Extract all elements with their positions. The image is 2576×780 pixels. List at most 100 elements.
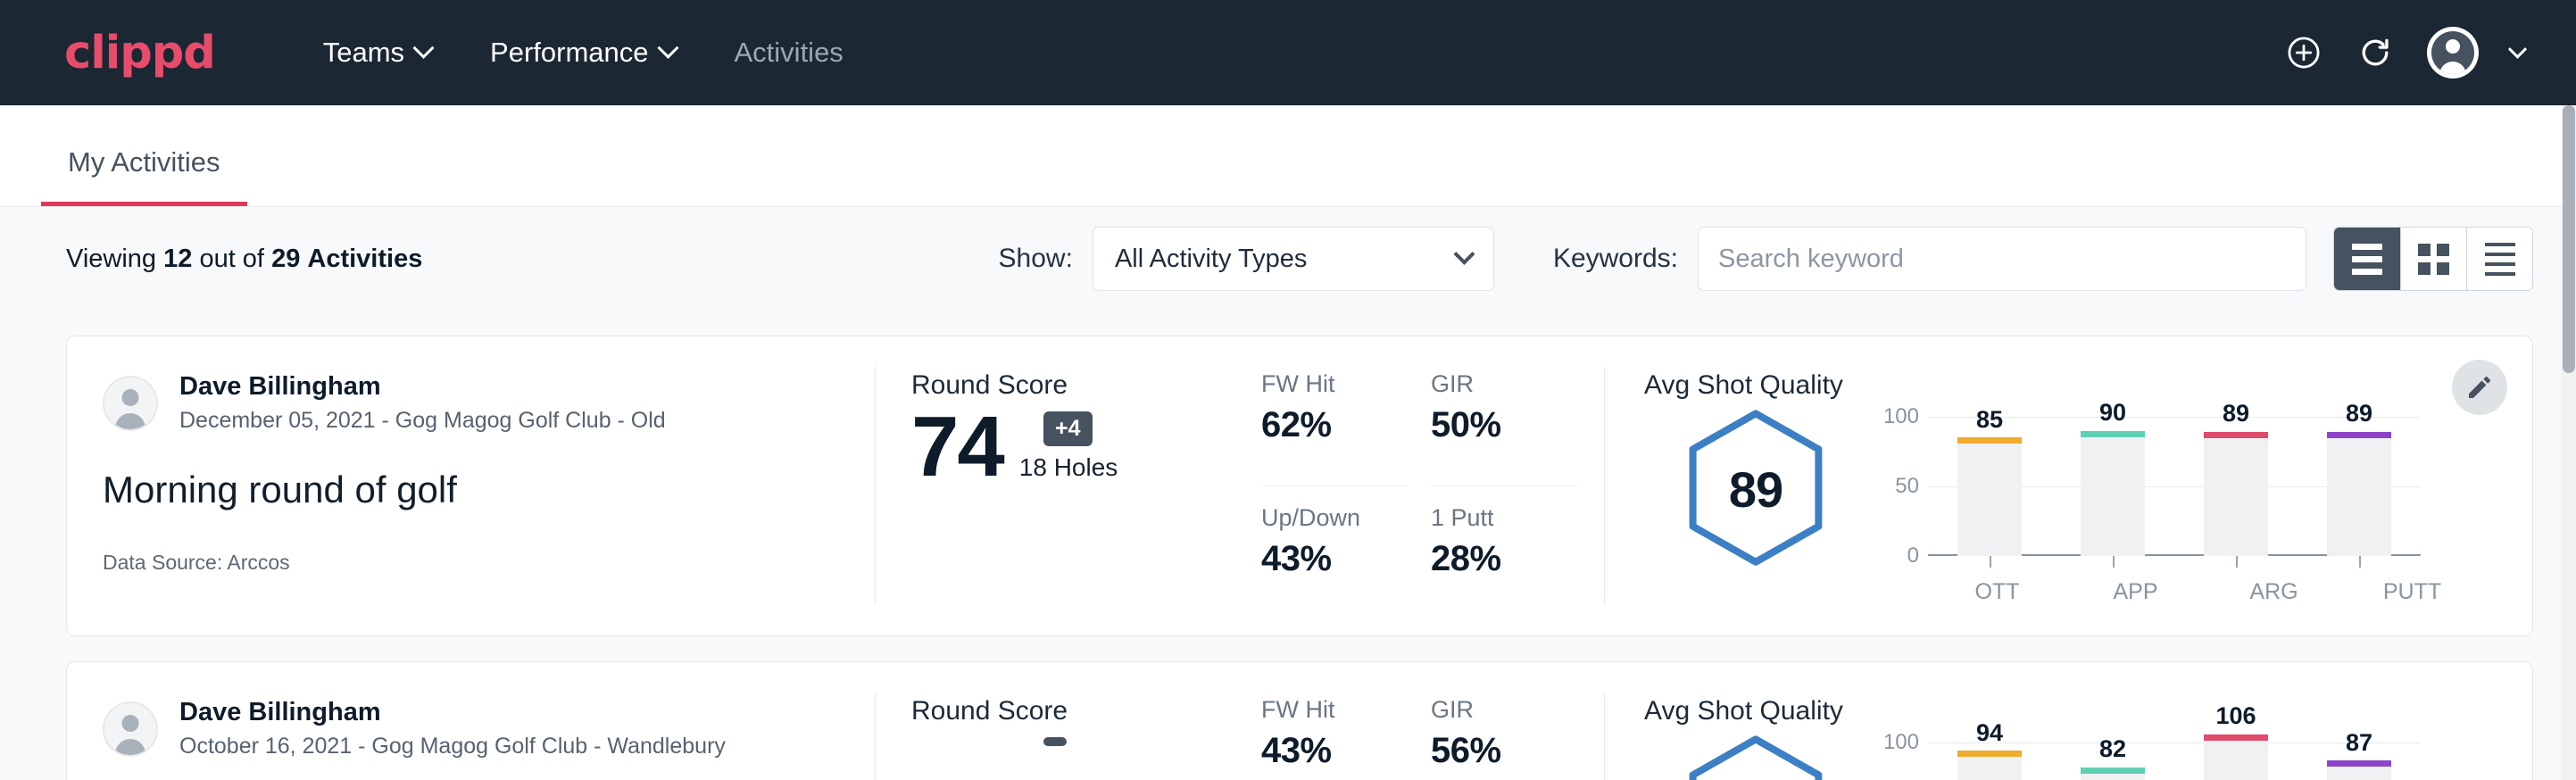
stat-fw-hit-value: 62% — [1261, 405, 1408, 445]
bar-column-ott[interactable]: 94 — [1957, 743, 2022, 780]
primary-nav: Teams Performance Activities — [294, 28, 873, 78]
activity-card[interactable]: Dave Billingham October 16, 2021 - Gog M… — [66, 661, 2533, 780]
search-input-wrapper[interactable] — [1698, 227, 2306, 291]
nav-item-performance-label: Performance — [490, 37, 648, 69]
compact-view-icon — [2485, 243, 2515, 276]
refresh-icon[interactable] — [2356, 33, 2395, 72]
x-tick-app — [2113, 556, 2115, 568]
nav-item-activities[interactable]: Activities — [705, 28, 873, 78]
bar-column-ott[interactable]: 85 — [1957, 417, 2022, 556]
avg-shot-quality-block: Avg Shot Quality 100 50 — [1605, 662, 2532, 780]
quality-hexagon: 89 — [1684, 408, 1827, 570]
keywords-label: Keywords: — [1553, 244, 1678, 274]
activity-type-select[interactable]: All Activity Types — [1093, 227, 1494, 291]
bar-cap-arg — [2204, 432, 2268, 438]
avg-shot-quality-block: Avg Shot Quality 89 100 50 — [1605, 336, 2532, 635]
avatar-head — [122, 389, 139, 406]
account-avatar-icon[interactable] — [2427, 27, 2479, 79]
tab-bar: My Activities — [0, 105, 2576, 207]
tab-my-activities[interactable]: My Activities — [41, 146, 247, 206]
viewing-count: 12 — [163, 245, 192, 273]
bar-column-putt[interactable]: 89 — [2327, 417, 2391, 556]
chevron-down-icon — [657, 37, 678, 58]
round-score-value: 74 — [911, 406, 1003, 487]
quality-hexagon-wrap: 89 — [1644, 404, 1867, 570]
stat-gir-label: GIR — [1431, 696, 1577, 724]
avatar-body — [115, 413, 145, 431]
x-label-ott: OTT — [1965, 579, 2030, 605]
page-scrollbar-thumb[interactable] — [2563, 105, 2575, 373]
activity-type-value: All Activity Types — [1115, 245, 1307, 274]
search-input[interactable] — [1718, 245, 2286, 274]
bar-column-app[interactable]: 82 — [2081, 743, 2145, 780]
round-score-row — [911, 732, 1229, 737]
bar-value-putt: 87 — [2327, 729, 2391, 757]
nav-item-teams[interactable]: Teams — [294, 28, 461, 78]
plus-circle-icon[interactable] — [2284, 33, 2323, 72]
tab-my-activities-label: My Activities — [68, 146, 220, 178]
avatar — [103, 701, 158, 757]
bar-column-arg[interactable]: 89 — [2204, 417, 2268, 556]
stat-fw-hit: FW Hit 62% — [1261, 370, 1408, 486]
bar-arg — [2204, 432, 2268, 556]
y-tick-100: 100 — [1883, 404, 1919, 429]
activity-author: Dave Billingham December 05, 2021 - Gog … — [103, 370, 839, 436]
account-chevron-down-icon[interactable] — [2508, 39, 2527, 58]
stat-up-down-label: Up/Down — [1261, 504, 1408, 532]
stat-gir-label: GIR — [1431, 370, 1577, 398]
quality-score-value: 89 — [1729, 461, 1782, 519]
stat-one-putt-value: 28% — [1431, 539, 1577, 579]
avatar — [103, 376, 158, 431]
grid-view-icon — [2418, 244, 2449, 275]
stat-gir-value: 50% — [1431, 405, 1577, 445]
view-mode-grid-button[interactable] — [2400, 228, 2466, 290]
avatar-body — [115, 739, 145, 757]
bar-cap-arg — [2204, 734, 2268, 741]
page-scrollbar[interactable] — [2562, 105, 2576, 780]
nav-item-performance[interactable]: Performance — [461, 28, 704, 78]
edit-activity-button[interactable] — [2452, 360, 2507, 415]
view-mode-toggle-group — [2333, 227, 2533, 291]
avg-shot-quality-label: Avg Shot Quality — [1644, 696, 2497, 726]
activity-author: Dave Billingham October 16, 2021 - Gog M… — [103, 696, 839, 762]
view-mode-list-button[interactable] — [2334, 228, 2400, 290]
activity-card[interactable]: Dave Billingham December 05, 2021 - Gog … — [66, 336, 2533, 636]
score-differential-badge — [1043, 737, 1067, 746]
bar-column-app[interactable]: 90 — [2081, 417, 2145, 556]
top-navigation-bar: clippd Teams Performance Activities — [0, 0, 2576, 105]
activity-data-source: Data Source: Arccos — [103, 551, 839, 575]
chevron-down-icon — [1453, 243, 1475, 264]
chart-plot-area: 85 90 — [1928, 417, 2421, 556]
x-label-putt: PUTT — [2381, 579, 2445, 605]
bar-column-putt[interactable]: 87 — [2327, 743, 2391, 780]
activities-list: Dave Billingham December 05, 2021 - Gog … — [0, 311, 2576, 780]
show-label: Show: — [999, 244, 1073, 274]
bar-ott — [1957, 751, 2022, 780]
shot-quality-chart: 100 50 0 85 — [1867, 404, 2421, 556]
stat-gir: GIR 50% — [1431, 370, 1577, 486]
x-tick-arg — [2236, 556, 2238, 568]
bar-column-arg[interactable]: 106 — [2204, 743, 2268, 780]
bar-putt — [2327, 760, 2391, 780]
filter-controls: Show: All Activity Types Keywords: — [999, 227, 2533, 291]
viewing-summary: Viewing 12 out of 29 Activities — [66, 245, 422, 274]
round-stats-block: FW Hit 62% GIR 50% Up/Down 43% 1 Putt 28… — [1229, 336, 1604, 635]
shot-quality-chart: 100 50 0 94 — [1867, 730, 2421, 780]
stat-fw-hit-label: FW Hit — [1261, 696, 1408, 724]
avatar — [2431, 31, 2474, 74]
stat-gir: GIR 56% — [1431, 696, 1577, 780]
bar-ott — [1957, 437, 2022, 556]
bar-cap-putt — [2327, 432, 2391, 438]
y-tick-0: 0 — [1907, 544, 1919, 568]
bar-cap-putt — [2327, 760, 2391, 767]
hexagon-icon — [1684, 734, 1827, 780]
view-mode-compact-button[interactable] — [2466, 228, 2532, 290]
stat-up-down: Up/Down 43% — [1261, 486, 1408, 605]
bar-cap-ott — [1957, 437, 2022, 444]
pencil-icon — [2465, 373, 2494, 402]
activity-meta: October 16, 2021 - Gog Magog Golf Club -… — [179, 731, 726, 762]
bar-cap-app — [2081, 768, 2145, 774]
avatar-head — [122, 715, 139, 732]
round-score-label: Round Score — [911, 370, 1229, 401]
brand-logo[interactable]: clippd — [64, 30, 215, 76]
